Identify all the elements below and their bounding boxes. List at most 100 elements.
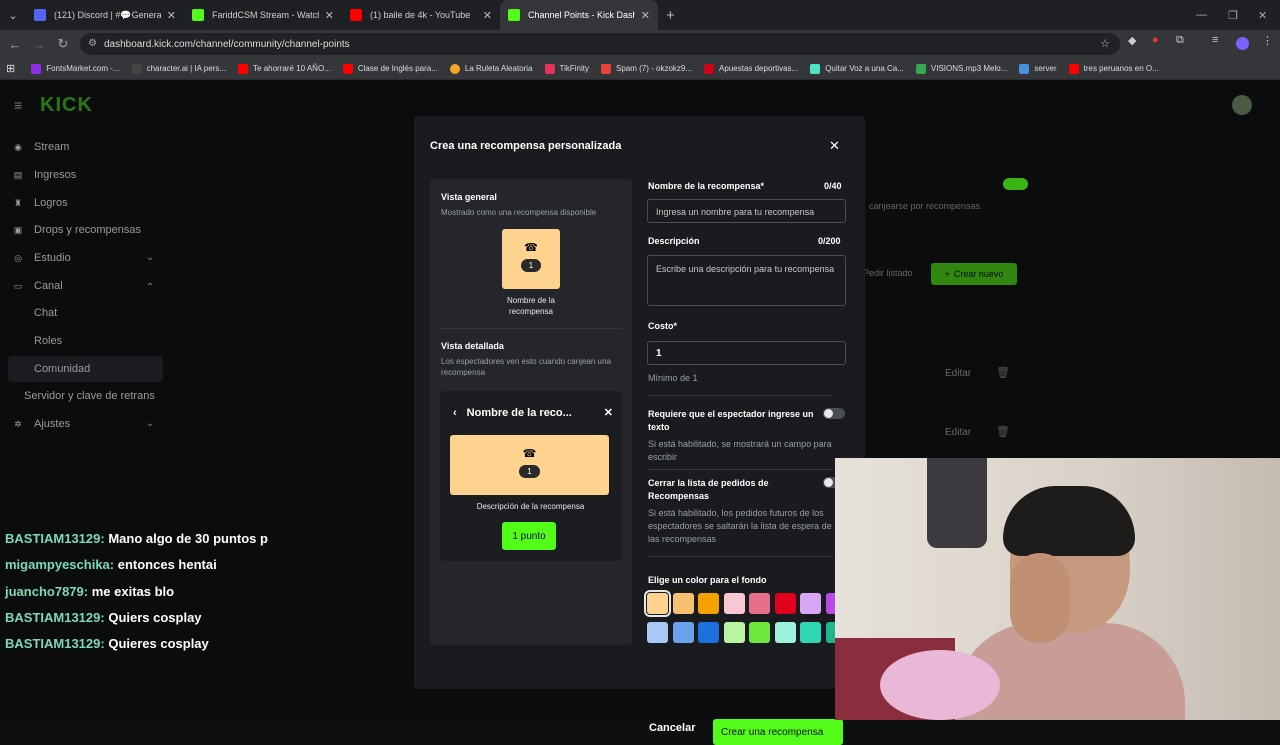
trash-icon[interactable]: 🗑 — [996, 366, 1010, 379]
profile-avatar[interactable] — [1236, 37, 1249, 50]
tab-kick-stream[interactable]: FariddCSM Stream - Watch Live ✕ — [184, 0, 342, 30]
user-avatar[interactable] — [1232, 95, 1252, 115]
sidebar-item-drops[interactable]: ▣ Drops y recompensas — [12, 224, 141, 236]
color-swatch[interactable] — [672, 593, 694, 614]
tab-kick-dashboard[interactable]: Channel Points - Kick Dashboard ✕ — [500, 0, 658, 30]
restore-icon[interactable]: ❐ — [1228, 0, 1238, 30]
bookmark-item[interactable]: character.ai | IA pers... — [131, 63, 226, 74]
require-text-toggle[interactable] — [823, 408, 845, 419]
create-reward-button[interactable]: Crear una recompensa — [713, 719, 843, 745]
close-icon[interactable]: ✕ — [325, 9, 334, 22]
reward-name-input[interactable]: Ingresa un nombre para tu recompensa — [647, 199, 846, 223]
skip-queue-label: Cerrar la lista de pedidos de Recompensa… — [648, 478, 769, 501]
create-new-button[interactable]: + Crear nuevo — [931, 263, 1017, 285]
chevron-down-icon[interactable]: ⌄ — [146, 418, 154, 429]
color-swatch[interactable] — [800, 622, 821, 643]
sidebar-item-servidor[interactable]: Servidor y clave de retrans — [24, 390, 155, 402]
color-swatch[interactable] — [647, 622, 668, 643]
sidebar-item-roles[interactable]: Roles — [34, 335, 62, 347]
cost-input[interactable]: 1 — [647, 341, 846, 365]
cancel-button[interactable]: Cancelar — [649, 722, 695, 734]
chevron-up-icon[interactable]: ⌃ — [146, 282, 154, 293]
forward-icon[interactable]: → — [27, 37, 51, 52]
color-swatch[interactable] — [698, 593, 719, 614]
edit-button[interactable]: Editar — [945, 427, 971, 438]
bookmark-item[interactable]: Spam (7) - okzokz9... — [601, 63, 692, 74]
site-info-icon[interactable]: ⚙ — [88, 38, 97, 49]
sidebar-item-ajustes[interactable]: ✲ Ajustes — [12, 418, 70, 430]
color-swatch[interactable] — [749, 593, 770, 614]
bookmark-item[interactable]: TikFinity — [544, 63, 589, 74]
address-bar: ← → ↻ ⚙ dashboard.kick.com/channel/commu… — [0, 30, 1280, 58]
color-swatch[interactable] — [774, 622, 796, 643]
bookmark-item[interactable]: VISIONS.mp3 Melo... — [915, 63, 1007, 74]
menu-icon[interactable]: ⋮ — [1262, 34, 1273, 47]
color-swatch[interactable] — [749, 622, 770, 643]
close-icon[interactable]: ✕ — [829, 138, 840, 154]
bookmark-item[interactable]: server — [1019, 63, 1057, 74]
trash-icon[interactable]: 🗑 — [996, 425, 1010, 438]
bookmark-favicon — [238, 63, 249, 74]
webcam-overlay — [835, 458, 1280, 720]
chevron-left-icon: ‹ — [453, 406, 457, 419]
sidebar-item-chat[interactable]: Chat — [34, 307, 57, 319]
bookmark-star-icon[interactable]: ☆ — [1100, 37, 1110, 50]
sidebar-item-estudio[interactable]: ◎ Estudio — [12, 252, 71, 264]
extension-icon[interactable]: ◆ — [1128, 34, 1136, 47]
description-textarea[interactable]: Escribe una descripción para tu recompen… — [647, 255, 846, 306]
edit-button[interactable]: Editar — [945, 368, 971, 379]
sidebar-item-label: Roles — [34, 335, 63, 347]
tab-search-icon[interactable]: ⌄ — [0, 0, 26, 30]
close-icon[interactable]: ✕ — [167, 9, 176, 22]
request-list-button[interactable]: Pedir listado — [863, 268, 913, 278]
new-tab-icon[interactable]: + — [666, 7, 675, 24]
chevron-down-icon[interactable]: ⌄ — [146, 252, 154, 263]
bookmark-item[interactable]: Quitar Voz a una Ca... — [810, 63, 904, 74]
close-icon[interactable]: ✕ — [483, 9, 492, 22]
back-icon[interactable]: ← — [3, 37, 27, 52]
bookmark-label: Te ahorraré 10 AÑO... — [253, 64, 331, 73]
bookmark-item[interactable]: tres peruanos en O... — [1068, 63, 1159, 74]
bookmark-item[interactable]: FontsMarket.com -... — [31, 63, 120, 74]
color-swatch[interactable] — [774, 593, 796, 614]
color-swatch[interactable] — [644, 590, 671, 617]
chat-username: juancho7879: — [5, 584, 89, 599]
tab-youtube[interactable]: (1) baile de 4k - YouTube ✕ — [342, 0, 500, 30]
bookmark-item[interactable]: La Ruleta Aleatoria — [449, 63, 533, 74]
sidebar-item-stream[interactable]: ◉ Stream — [12, 141, 69, 153]
trophy-icon: ♜ — [13, 197, 23, 208]
divider — [647, 556, 833, 557]
sidebar-item-label: Ajustes — [34, 418, 71, 430]
tab-title: (121) Discord | #💬General | — [54, 9, 161, 20]
channel-points-toggle[interactable] — [1003, 178, 1028, 190]
reload-icon[interactable]: ↻ — [51, 36, 75, 52]
reward-name-label: Nombre de la recompensa* — [648, 181, 765, 191]
apps-icon[interactable]: ⊞ — [6, 62, 15, 75]
window-close-icon[interactable]: ✕ — [1258, 0, 1267, 30]
bookmark-favicon — [601, 63, 611, 74]
media-icon[interactable]: ≡ — [1212, 34, 1218, 46]
close-icon[interactable]: ✕ — [641, 9, 650, 22]
bookmark-item[interactable]: Clase de Inglés para... — [342, 63, 438, 74]
reward-icon: ☎ — [524, 242, 538, 254]
color-swatch[interactable] — [723, 593, 745, 614]
color-swatch[interactable] — [698, 622, 719, 643]
color-swatch[interactable] — [672, 622, 694, 643]
color-swatch[interactable] — [800, 593, 821, 614]
extension-icon[interactable]: ● — [1152, 34, 1159, 46]
bookmark-item[interactable]: Apuestas deportivas... — [704, 63, 798, 74]
sidebar-item-logros[interactable]: ♜ Logros — [12, 197, 68, 209]
hamburger-icon[interactable]: ≡ — [14, 97, 22, 113]
sidebar-item-canal[interactable]: ▭ Canal — [12, 280, 63, 292]
chat-message: juancho7879: me exitas blo — [5, 584, 174, 599]
minimize-icon[interactable]: — — [1196, 0, 1207, 30]
bookmark-item[interactable]: Te ahorraré 10 AÑO... — [238, 63, 331, 74]
color-swatch[interactable] — [723, 622, 745, 643]
bookmark-favicon — [131, 63, 142, 74]
stream-icon: ◉ — [14, 141, 22, 152]
sidebar-item-comunidad[interactable]: Comunidad — [34, 363, 90, 375]
puzzle-icon[interactable]: ⧉ — [1176, 34, 1184, 47]
url-field[interactable]: ⚙ dashboard.kick.com/channel/community/c… — [80, 33, 1120, 55]
sidebar-item-ingresos[interactable]: ▤ Ingresos — [12, 169, 76, 181]
tab-discord[interactable]: (121) Discord | #💬General | ✕ — [26, 0, 184, 30]
